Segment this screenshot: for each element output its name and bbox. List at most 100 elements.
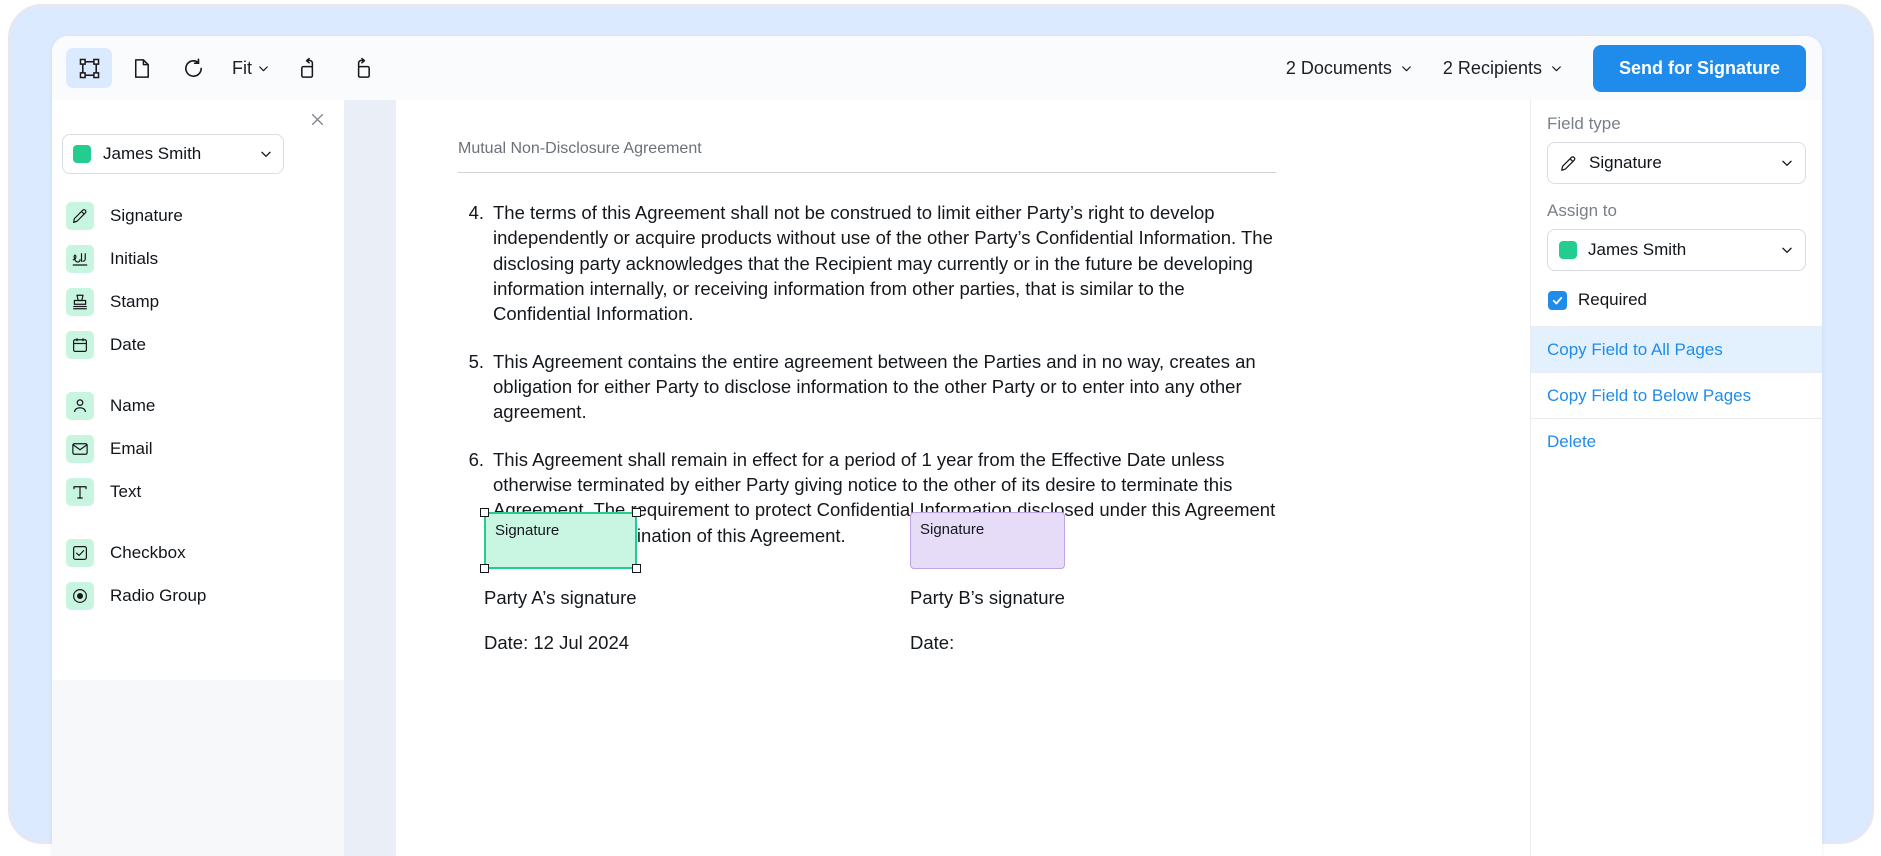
rotate-left-button[interactable]: [286, 48, 332, 88]
chevron-down-icon: [1782, 160, 1792, 166]
signature-date: Date: 12 Jul 2024: [484, 632, 630, 653]
signature-block-party-a: Signature Party A’s signature Date: 12 J…: [480, 508, 641, 654]
field-item-label: Name: [110, 395, 156, 415]
page-tool-button[interactable]: [118, 48, 164, 88]
field-type-selector[interactable]: Signature: [1547, 142, 1806, 184]
required-checkbox-row[interactable]: Required: [1547, 288, 1806, 326]
field-item-label: Signature: [110, 205, 183, 225]
workspace: James Smith Signature Initials Stamp Dat…: [52, 100, 1822, 856]
field-item-label: Stamp: [110, 291, 160, 311]
check-icon: [1552, 296, 1563, 304]
signature-caption: Party B’s signature: [910, 587, 1065, 608]
field-item-name[interactable]: Name: [62, 384, 334, 427]
assign-to-label: Assign to: [1547, 201, 1617, 220]
field-item-label: Date: [110, 334, 146, 354]
field-item-radio-group[interactable]: Radio Group: [62, 574, 334, 617]
assign-to-selector[interactable]: James Smith: [1547, 229, 1806, 271]
field-type-list: Signature Initials Stamp Date Name Email…: [62, 194, 334, 617]
rotate-right-icon: [357, 57, 370, 78]
chevron-down-icon: [1782, 247, 1792, 253]
field-item-initials[interactable]: Initials: [62, 237, 334, 280]
field-type-label: Field type: [1547, 114, 1621, 133]
clause-text: The terms of this Agreement shall not be…: [493, 202, 1273, 325]
initials-icon: [66, 244, 94, 273]
zoom-fit-dropdown[interactable]: Fit: [222, 48, 280, 88]
close-panel-button[interactable]: [304, 106, 330, 132]
person-icon: [66, 391, 94, 420]
field-item-date[interactable]: Date: [62, 323, 334, 366]
document-title: Mutual Non-Disclosure Agreement: [458, 140, 1276, 173]
clause-number: 6.: [468, 448, 484, 470]
bounding-box-icon: [79, 58, 99, 78]
field-item-label: Checkbox: [110, 542, 186, 562]
document-page-icon: [134, 58, 149, 78]
required-checkbox[interactable]: [1548, 290, 1567, 310]
stamp-icon: [66, 287, 94, 316]
app-window: Fit 2 Documents 2 Recipients Send for Si…: [52, 36, 1822, 856]
reset-rotation-button[interactable]: [170, 48, 216, 88]
assign-to-value: James Smith: [1588, 240, 1687, 259]
chevron-down-icon: [259, 65, 268, 71]
field-item-label: Initials: [110, 248, 159, 268]
document-clause: 4. The terms of this Agreement shall not…: [458, 200, 1278, 327]
assignee-color-swatch: [1559, 241, 1577, 259]
signature-field-label: Signature: [495, 522, 560, 539]
copy-field-to-below-pages-button[interactable]: Copy Field to Below Pages: [1531, 372, 1822, 418]
recipient-color-swatch: [73, 145, 91, 163]
signature-block-party-b: Signature Party B’s signature Date:: [910, 512, 1065, 654]
chevron-down-icon: [1552, 65, 1561, 71]
field-item-signature[interactable]: Signature: [62, 194, 334, 237]
field-properties-form: Field type Signature Assign to James Smi…: [1531, 100, 1822, 326]
chevron-down-icon: [261, 151, 271, 157]
field-item-email[interactable]: Email: [62, 427, 334, 470]
signature-date: Date:: [910, 632, 955, 653]
signature-field-unselected[interactable]: Signature: [910, 512, 1065, 569]
resize-handle-top-right[interactable]: [632, 508, 641, 517]
document-canvas[interactable]: Mutual Non-Disclosure Agreement 4. The t…: [396, 100, 1530, 856]
envelope-icon: [66, 434, 94, 463]
field-type-value: Signature: [1589, 153, 1662, 172]
send-for-signature-button[interactable]: Send for Signature: [1592, 44, 1806, 92]
recipients-dropdown-label: 2 Recipients: [1442, 57, 1542, 78]
documents-dropdown[interactable]: 2 Documents: [1286, 58, 1413, 79]
signature-field-label: Signature: [920, 521, 985, 538]
field-palette-card: James Smith Signature Initials Stamp Dat…: [52, 100, 344, 680]
document-clause: 5. This Agreement contains the entire ag…: [458, 349, 1278, 425]
signature-pen-icon: [1561, 155, 1576, 171]
field-item-text[interactable]: Text: [62, 470, 334, 513]
field-item-label: Radio Group: [110, 585, 207, 605]
resize-handle-bottom-left[interactable]: [480, 564, 489, 573]
field-item-label: Email: [110, 438, 153, 458]
chevron-down-icon: [1402, 65, 1411, 71]
required-label: Required: [1578, 290, 1647, 309]
documents-dropdown-label: 2 Documents: [1285, 57, 1392, 78]
recipient-selector[interactable]: James Smith: [62, 134, 284, 174]
clause-number: 5.: [468, 350, 484, 372]
recipients-dropdown[interactable]: 2 Recipients: [1443, 58, 1563, 79]
field-palette-panel: James Smith Signature Initials Stamp Dat…: [52, 100, 344, 856]
text-t-icon: [66, 477, 94, 506]
refresh-icon: [184, 57, 202, 77]
toolbar: Fit 2 Documents 2 Recipients Send for Si…: [52, 36, 1822, 100]
radio-button-icon: [66, 581, 94, 610]
checkbox-icon: [66, 538, 94, 567]
field-item-label: Text: [110, 481, 142, 501]
resize-handle-top-left[interactable]: [480, 508, 489, 517]
copy-field-to-all-pages-button[interactable]: Copy Field to All Pages: [1531, 326, 1822, 372]
rotate-left-icon: [300, 57, 313, 78]
resize-handle-bottom-right[interactable]: [632, 564, 641, 573]
field-item-stamp[interactable]: Stamp: [62, 280, 334, 323]
clause-text: This Agreement contains the entire agree…: [493, 350, 1256, 423]
close-icon: [311, 113, 323, 125]
canvas-gutter-left: [344, 100, 396, 856]
rotate-right-button[interactable]: [338, 48, 384, 88]
field-properties-panel: Field type Signature Assign to James Smi…: [1530, 100, 1822, 856]
zoom-fit-label: Fit: [232, 57, 252, 78]
signature-pen-icon: [66, 201, 94, 230]
clause-number: 4.: [468, 202, 484, 223]
signature-field-selected[interactable]: Signature: [480, 508, 641, 573]
signature-caption: Party A’s signature: [484, 587, 637, 608]
delete-field-button[interactable]: Delete: [1531, 418, 1822, 464]
field-item-checkbox[interactable]: Checkbox: [62, 531, 334, 574]
select-field-tool-button[interactable]: [66, 48, 112, 88]
